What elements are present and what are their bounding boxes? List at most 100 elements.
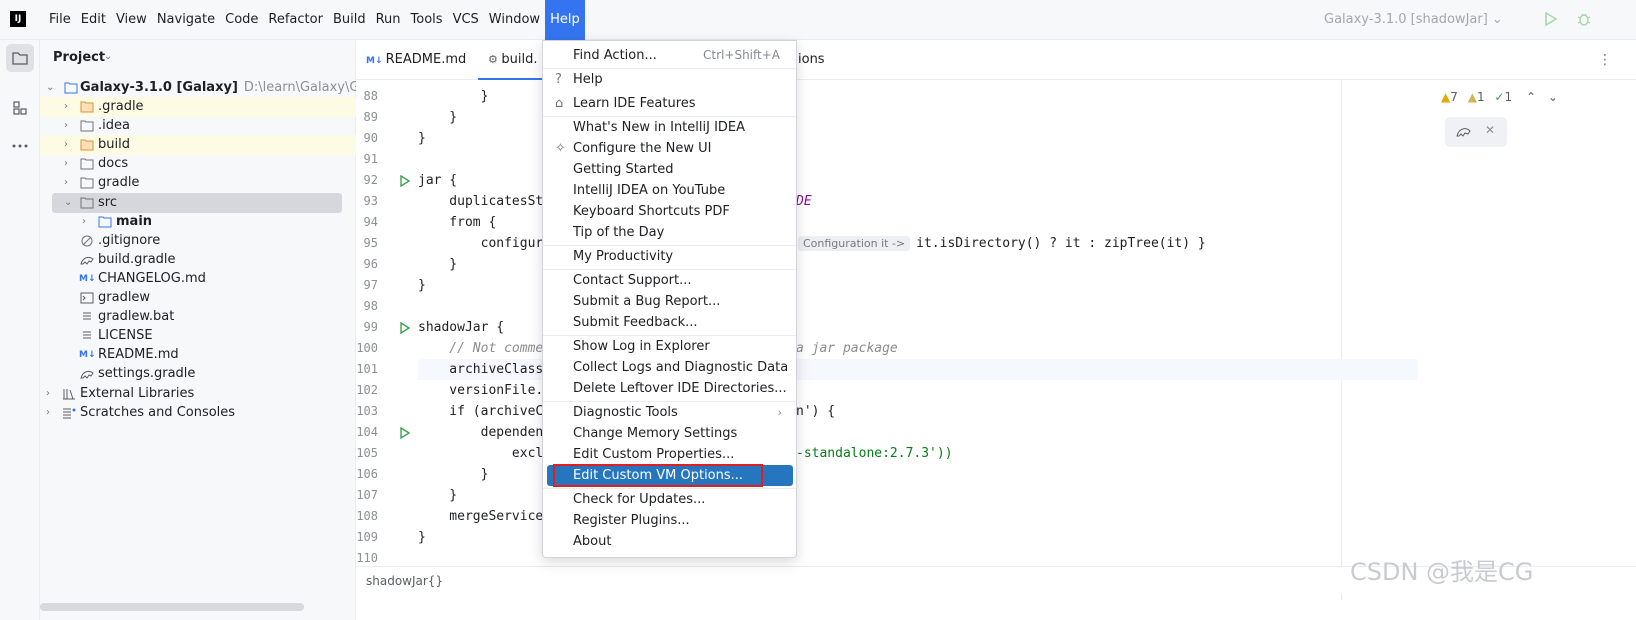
gradle-reload-toolbar[interactable]: ✕ bbox=[1445, 117, 1507, 147]
chevron-right-icon[interactable]: › bbox=[64, 173, 68, 193]
structure-tool-button[interactable] bbox=[6, 94, 34, 122]
tab-readme[interactable]: M↓ README.md bbox=[356, 40, 476, 80]
tree-item-scratches[interactable]: › Scratches and Consoles bbox=[40, 403, 356, 423]
menu-item-tip-of-the-day[interactable]: Tip of the Day bbox=[543, 222, 796, 243]
menu-build[interactable]: Build bbox=[328, 0, 371, 40]
menu-item-edit-custom-properties[interactable]: Edit Custom Properties... bbox=[543, 444, 796, 465]
tree-item-license[interactable]: LICENSE bbox=[40, 326, 356, 346]
line-number: 92 bbox=[363, 173, 378, 187]
menu-item-diagnostic-tools[interactable]: Diagnostic Tools › bbox=[543, 402, 796, 423]
menu-item-my-productivity[interactable]: My Productivity bbox=[543, 246, 796, 267]
horizontal-scrollbar[interactable] bbox=[40, 603, 304, 611]
menu-item-shortcuts-pdf[interactable]: Keyboard Shortcuts PDF bbox=[543, 201, 796, 222]
chevron-down-icon[interactable]: ⌄ bbox=[64, 193, 72, 213]
chevron-down-icon[interactable]: ⌄ bbox=[1548, 90, 1558, 104]
chevron-right-icon[interactable]: › bbox=[64, 97, 68, 117]
chevron-down-icon[interactable]: ⌄ bbox=[104, 51, 112, 62]
tree-item-settings-gradle[interactable]: settings.gradle bbox=[40, 364, 356, 384]
tree-item-readme[interactable]: M↓ README.md bbox=[40, 345, 356, 365]
chevron-up-icon[interactable]: ⌃ bbox=[1526, 90, 1536, 104]
more-options-icon[interactable]: ⋮ bbox=[1598, 52, 1612, 68]
project-tool-window: Project ⌄ ⌄ Galaxy-3.1.0 [Galaxy] D:\lear… bbox=[40, 40, 356, 620]
chevron-right-icon: › bbox=[777, 406, 782, 419]
close-icon[interactable]: ✕ bbox=[1485, 123, 1495, 137]
menu-help[interactable]: Help bbox=[545, 0, 585, 40]
menu-item-change-memory[interactable]: Change Memory Settings bbox=[543, 423, 796, 444]
debug-icon[interactable] bbox=[1576, 11, 1592, 27]
menu-item-help[interactable]: ? Help bbox=[543, 69, 796, 90]
question-icon: ? bbox=[555, 72, 562, 87]
tree-label: Scratches and Consoles bbox=[80, 405, 236, 420]
tree-item-gradle[interactable]: › gradle bbox=[40, 173, 356, 193]
run-gutter-icon[interactable] bbox=[400, 322, 410, 334]
project-tool-button[interactable] bbox=[6, 44, 34, 72]
menu-vcs[interactable]: VCS bbox=[448, 0, 484, 40]
tree-root[interactable]: ⌄ Galaxy-3.1.0 [Galaxy] D:\learn\Galaxy\G… bbox=[40, 78, 356, 98]
menu-item-youtube[interactable]: IntelliJ IDEA on YouTube bbox=[543, 180, 796, 201]
sparkle-icon: ✧ bbox=[555, 141, 566, 156]
chevron-right-icon[interactable]: › bbox=[64, 116, 68, 136]
menu-item-check-updates[interactable]: Check for Updates... bbox=[543, 489, 796, 510]
run-configuration-selector[interactable]: Galaxy-3.1.0 [shadowJar] ⌄ bbox=[1324, 12, 1503, 27]
menu-item-learn-ide-features[interactable]: ⌂ Learn IDE Features bbox=[543, 93, 796, 114]
menu-item-register-plugins[interactable]: Register Plugins... bbox=[543, 510, 796, 531]
tab-partial[interactable]: ions bbox=[798, 40, 838, 80]
menu-item-whats-new[interactable]: What's New in IntelliJ IDEA bbox=[543, 117, 796, 138]
menu-refactor[interactable]: Refactor bbox=[263, 0, 328, 40]
intellij-logo-icon[interactable]: IJ bbox=[10, 11, 26, 27]
tree-item-docs[interactable]: › docs bbox=[40, 154, 356, 174]
menu-edit[interactable]: Edit bbox=[76, 0, 111, 40]
tree-item-build[interactable]: › build bbox=[40, 135, 356, 155]
chevron-right-icon[interactable]: › bbox=[46, 403, 50, 423]
tree-item-src[interactable]: ⌄ src bbox=[52, 193, 342, 213]
chevron-right-icon[interactable]: › bbox=[46, 384, 50, 404]
more-icon bbox=[12, 144, 28, 148]
chevron-right-icon[interactable]: › bbox=[64, 135, 68, 155]
line-number: 89 bbox=[363, 110, 378, 124]
menu-item-delete-leftover-dirs[interactable]: Delete Leftover IDE Directories... bbox=[543, 378, 796, 399]
tree-item-gitignore[interactable]: .gitignore bbox=[40, 231, 356, 251]
menu-code[interactable]: Code bbox=[220, 0, 263, 40]
gradle-reload-icon[interactable] bbox=[1455, 124, 1473, 140]
chevron-right-icon[interactable]: › bbox=[64, 154, 68, 174]
menu-item-find-action[interactable]: Find Action... Ctrl+Shift+A bbox=[543, 45, 796, 66]
tree-item-main[interactable]: › main bbox=[40, 212, 356, 232]
tree-item-gradlew-bat[interactable]: gradlew.bat bbox=[40, 307, 356, 327]
tree-item-changelog[interactable]: M↓ CHANGELOG.md bbox=[40, 269, 356, 289]
chevron-down-icon[interactable]: ⌄ bbox=[46, 78, 54, 98]
menu-item-configure-new-ui[interactable]: ✧ Configure the New UI bbox=[543, 138, 796, 159]
chevron-right-icon[interactable]: › bbox=[82, 212, 86, 232]
tree-item-idea[interactable]: › .idea bbox=[40, 116, 356, 136]
menu-item-getting-started[interactable]: Getting Started bbox=[543, 159, 796, 180]
more-tools-button[interactable] bbox=[6, 132, 34, 160]
menu-file[interactable]: File bbox=[44, 0, 76, 40]
menu-item-show-log[interactable]: Show Log in Explorer bbox=[543, 336, 796, 357]
menu-window[interactable]: Window bbox=[484, 0, 545, 40]
run-gutter-icon[interactable] bbox=[400, 175, 410, 187]
project-panel-title[interactable]: Project bbox=[53, 50, 105, 65]
graduation-cap-icon: ⌂ bbox=[555, 96, 564, 111]
main-menu-bar: File Edit View Navigate Code Refactor Bu… bbox=[44, 0, 585, 40]
run-icon[interactable] bbox=[1544, 12, 1558, 26]
markdown-icon: M↓ bbox=[366, 56, 386, 66]
menu-tools[interactable]: Tools bbox=[406, 0, 448, 40]
tab-build-gradle[interactable]: ⚙ build. bbox=[478, 40, 542, 80]
menu-view[interactable]: View bbox=[111, 0, 152, 40]
menu-item-contact-support[interactable]: Contact Support... bbox=[543, 270, 796, 291]
line-number: 90 bbox=[363, 131, 378, 145]
menu-item-submit-bug[interactable]: Submit a Bug Report... bbox=[543, 291, 796, 312]
line-number: 99 bbox=[363, 320, 378, 334]
tree-item-gradle-dir[interactable]: › .gradle bbox=[40, 97, 356, 117]
menu-item-about[interactable]: About bbox=[543, 531, 796, 552]
tree-item-build-gradle[interactable]: build.gradle bbox=[40, 250, 356, 270]
tree-item-gradlew[interactable]: gradlew bbox=[40, 288, 356, 308]
menu-navigate[interactable]: Navigate bbox=[152, 0, 220, 40]
tree-item-external-libraries[interactable]: › External Libraries bbox=[40, 384, 356, 404]
menu-item-collect-logs[interactable]: Collect Logs and Diagnostic Data bbox=[543, 357, 796, 378]
inspection-widget[interactable]: ▲7 ▲1 ✓1 ⌃ ⌄ bbox=[1441, 90, 1558, 104]
menu-run[interactable]: Run bbox=[371, 0, 406, 40]
line-number: 103 bbox=[356, 404, 378, 418]
help-menu-dropdown: Find Action... Ctrl+Shift+A ? Help ⌂ Learn … bbox=[542, 40, 797, 558]
menu-item-submit-feedback[interactable]: Submit Feedback... bbox=[543, 312, 796, 333]
run-gutter-icon[interactable] bbox=[400, 427, 410, 439]
